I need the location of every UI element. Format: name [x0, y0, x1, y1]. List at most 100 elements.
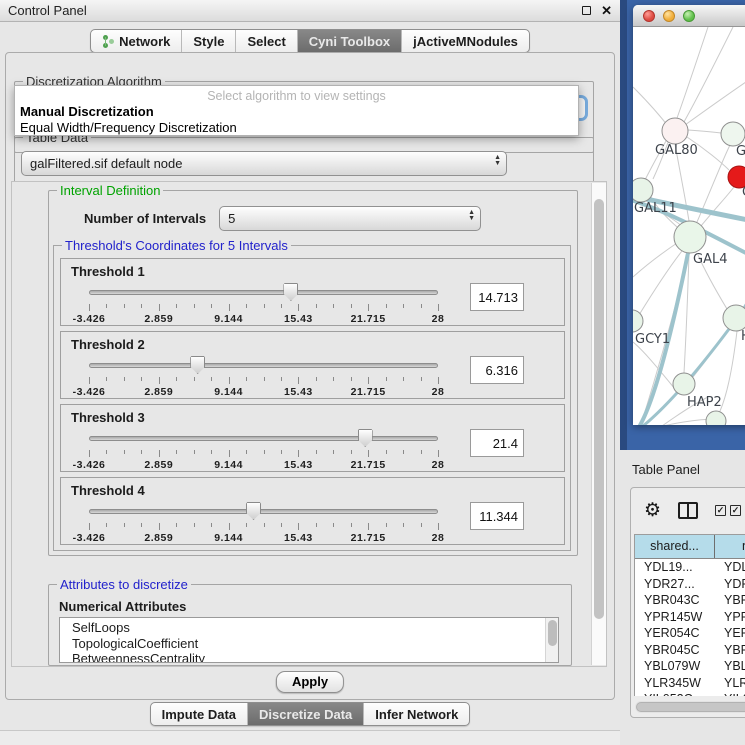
tick-mark: [89, 523, 90, 530]
table-row[interactable]: YDL19...YDL1: [635, 559, 745, 576]
vertical-scrollbar[interactable]: [591, 183, 606, 665]
table-cell: YLR3: [715, 675, 745, 692]
tab-cyni-toolbox[interactable]: Cyni Toolbox: [297, 30, 401, 52]
threshold-slider[interactable]: -3.4262.8599.14415.4321.71528: [89, 356, 438, 398]
tab-style[interactable]: Style: [181, 30, 235, 52]
network-node[interactable]: [721, 122, 745, 146]
attribute-item[interactable]: SelfLoops: [72, 620, 558, 636]
tab-network[interactable]: Network: [91, 30, 181, 52]
gear-icon[interactable]: ⚙: [644, 501, 661, 520]
zoom-button[interactable]: [683, 10, 695, 22]
network-node[interactable]: [673, 373, 695, 395]
tick-mark: [438, 304, 439, 311]
threshold-slider[interactable]: -3.4262.8599.14415.4321.71528: [89, 283, 438, 325]
tick-mark: [211, 304, 212, 308]
slider-ticks: [89, 523, 438, 531]
table-data-combo[interactable]: galFiltered.sif default node ▲▼: [21, 151, 507, 176]
network-node[interactable]: [662, 118, 688, 144]
table-row[interactable]: YPR145WYPR1: [635, 609, 745, 626]
slider-handle[interactable]: [283, 283, 298, 301]
table-cell: YDL1: [715, 559, 745, 576]
tick-mark: [211, 377, 212, 381]
tick-mark: [159, 304, 160, 311]
threshold-value-field[interactable]: [470, 283, 524, 311]
close-button[interactable]: [643, 10, 655, 22]
network-node[interactable]: [633, 310, 643, 332]
network-node-label: GCY1: [635, 332, 670, 347]
table-row[interactable]: YIL052CYIL0: [635, 691, 745, 696]
tick-mark: [333, 523, 334, 527]
slider-handle[interactable]: [246, 502, 261, 520]
apply-button[interactable]: Apply: [276, 671, 344, 693]
tab-jactivemnodules[interactable]: jActiveMNodules: [401, 30, 529, 52]
checkbox-icon[interactable]: ✓: [730, 505, 741, 516]
slider-track[interactable]: [89, 290, 438, 295]
checkbox-icon[interactable]: ✓: [715, 505, 726, 516]
tick-mark: [124, 523, 125, 527]
tick-label: 21.715: [351, 313, 386, 325]
split-columns-icon[interactable]: [678, 502, 698, 519]
column-header-shared-name[interactable]: shared...: [635, 535, 715, 558]
tab-select[interactable]: Select: [235, 30, 296, 52]
algorithm-option[interactable]: Manual Discretization: [15, 103, 578, 119]
table-row[interactable]: YDR27...YDR2: [635, 576, 745, 593]
table-cell: YDR2: [715, 576, 745, 593]
attributes-scrollbar[interactable]: [545, 618, 558, 662]
tick-mark: [246, 377, 247, 381]
table-row[interactable]: YER054CYER0: [635, 625, 745, 642]
tick-mark: [124, 450, 125, 454]
tick-mark: [421, 523, 422, 527]
tick-mark: [421, 304, 422, 308]
close-panel-icon[interactable]: ✕: [601, 3, 612, 19]
table-data-selected: galFiltered.sif default node: [30, 156, 182, 171]
minimize-button[interactable]: [663, 10, 675, 22]
table-cell: YDL19...: [635, 559, 715, 576]
attribute-item[interactable]: TopologicalCoefficient: [72, 636, 558, 652]
attributes-scrollbar-thumb[interactable]: [548, 620, 557, 646]
threshold-slider[interactable]: -3.4262.8599.14415.4321.71528: [89, 429, 438, 471]
slider-track[interactable]: [89, 363, 438, 368]
tab-infer-network[interactable]: Infer Network: [363, 703, 469, 725]
interval-definition-group: Interval Definition Number of Intervals …: [48, 190, 578, 556]
column-header-name[interactable]: n: [715, 535, 745, 558]
network-node[interactable]: [674, 221, 706, 253]
top-tabs: NetworkStyleSelectCyni ToolboxjActiveMNo…: [90, 29, 530, 53]
tab-impute-data[interactable]: Impute Data: [151, 703, 247, 725]
slider-tick-labels: -3.4262.8599.14415.4321.71528: [89, 459, 438, 471]
slider-handle[interactable]: [190, 356, 205, 374]
network-node[interactable]: [706, 411, 726, 425]
tick-mark: [386, 377, 387, 381]
tick-mark: [298, 523, 299, 530]
threshold-value-field[interactable]: [470, 502, 524, 530]
vertical-scrollbar-thumb[interactable]: [594, 199, 604, 619]
threshold-slider[interactable]: -3.4262.8599.14415.4321.71528: [89, 502, 438, 544]
slider-track[interactable]: [89, 436, 438, 441]
tick-mark: [194, 377, 195, 381]
tab-discretize-data[interactable]: Discretize Data: [247, 703, 363, 725]
table-row[interactable]: YBL079WYBL0: [635, 658, 745, 675]
threshold-value-field[interactable]: [470, 356, 524, 384]
tick-mark: [403, 523, 404, 527]
horizontal-scrollbar[interactable]: [635, 701, 745, 713]
threshold-value-field[interactable]: [470, 429, 524, 457]
attribute-item[interactable]: BetweennessCentrality: [72, 651, 558, 663]
table-cell: YBL0: [715, 658, 745, 675]
network-node[interactable]: [633, 178, 653, 202]
tick-mark: [403, 304, 404, 308]
tick-mark: [281, 450, 282, 454]
number-of-intervals-combo[interactable]: 5 ▲▼: [219, 206, 481, 231]
float-panel-icon[interactable]: [582, 6, 591, 15]
algorithm-option[interactable]: Equal Width/Frequency Discretization: [15, 119, 578, 135]
stepper-arrows-icon: ▲▼: [494, 155, 501, 167]
table-row[interactable]: YBR045CYBR0: [635, 642, 745, 659]
slider-track[interactable]: [89, 509, 438, 514]
network-node[interactable]: [723, 305, 745, 331]
tick-mark: [368, 523, 369, 530]
horizontal-scrollbar-thumb[interactable]: [636, 702, 745, 712]
tick-mark: [316, 304, 317, 308]
network-canvas[interactable]: GAL80G.CGAL11GAL4GCY1HHAP2: [633, 27, 745, 425]
stepper-arrows-icon: ▲▼: [468, 210, 475, 222]
slider-handle[interactable]: [358, 429, 373, 447]
table-row[interactable]: YLR345WYLR3: [635, 675, 745, 692]
table-row[interactable]: YBR043CYBR0: [635, 592, 745, 609]
